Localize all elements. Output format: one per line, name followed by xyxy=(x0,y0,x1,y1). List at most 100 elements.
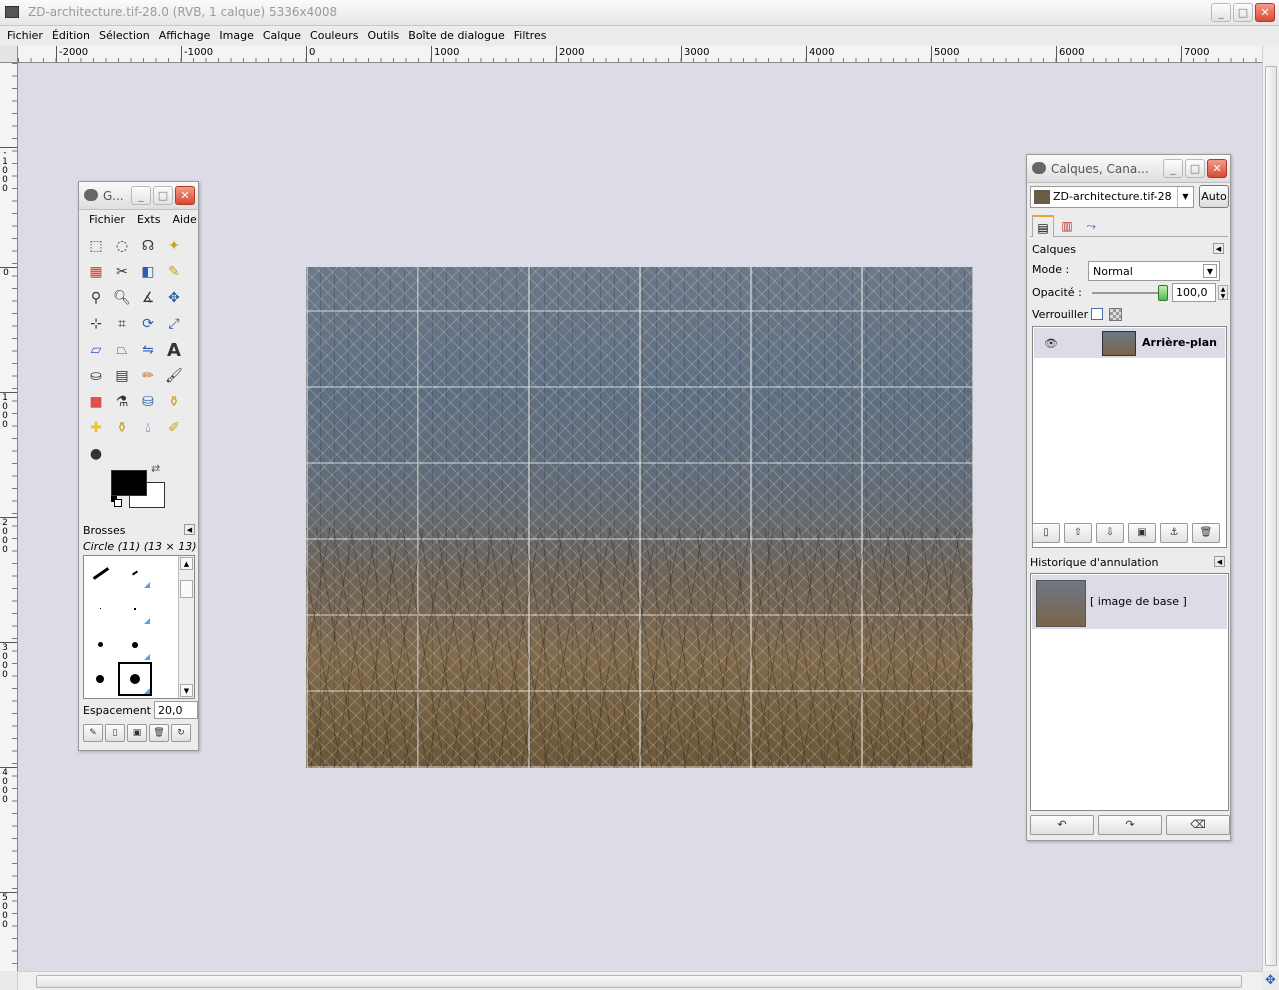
delete-brush-icon[interactable]: 🗑︎ xyxy=(149,724,169,742)
tab-menu-icon[interactable]: ◀ xyxy=(184,524,195,535)
perspective-icon[interactable]: ⏢ xyxy=(110,338,134,362)
fg-bg-colors[interactable]: ⇄ xyxy=(111,462,167,512)
perspective-clone-icon[interactable]: ⚱ xyxy=(110,416,134,440)
menu-edition[interactable]: Édition xyxy=(48,26,95,46)
duplicate-brush-icon[interactable]: ▣ xyxy=(127,724,147,742)
menu-boite-de-dialogue[interactable]: Boîte de dialogue xyxy=(404,26,509,46)
crop-icon[interactable]: ⌗ xyxy=(110,312,134,336)
close-button[interactable]: ✕ xyxy=(1255,3,1275,22)
scale-icon[interactable]: ⤢ xyxy=(162,312,186,336)
scroll-up-icon[interactable]: ▲ xyxy=(180,557,193,570)
brush-item[interactable] xyxy=(118,628,152,662)
brush-item-selected[interactable] xyxy=(118,662,152,696)
paths-icon[interactable]: ✎ xyxy=(162,260,186,284)
menu-selection[interactable]: Sélection xyxy=(95,26,155,46)
vertical-scroll-thumb[interactable] xyxy=(1265,66,1277,966)
menu-image[interactable]: Image xyxy=(215,26,258,46)
ruler-corner-menu-button[interactable] xyxy=(0,46,18,63)
vertical-scrollbar[interactable] xyxy=(1262,46,1279,971)
brush-item[interactable] xyxy=(118,556,152,590)
free-select-icon[interactable]: ☊ xyxy=(136,234,160,258)
chevron-down-icon[interactable]: ▼ xyxy=(1177,187,1193,207)
brush-item[interactable] xyxy=(118,592,152,626)
lock-alpha-icon[interactable] xyxy=(1109,308,1122,321)
measure-icon[interactable]: ∡ xyxy=(136,286,160,310)
clear-history-icon[interactable]: ⌫ xyxy=(1166,815,1230,835)
foreground-color[interactable] xyxy=(111,470,147,496)
heal-icon[interactable]: ✚ xyxy=(84,416,108,440)
brush-item[interactable] xyxy=(84,628,118,662)
color-picker-icon[interactable]: ⚲ xyxy=(84,286,108,310)
bucket-fill-icon[interactable]: ⛀ xyxy=(84,364,108,388)
swap-colors-icon[interactable]: ⇄ xyxy=(151,462,160,475)
undo-icon[interactable]: ↶ xyxy=(1030,815,1094,835)
vertical-ruler[interactable]: -1000 0 1000 2000 3000 4000 5000 xyxy=(0,63,18,971)
menu-filtres[interactable]: Filtres xyxy=(510,26,552,46)
auto-button[interactable]: Auto xyxy=(1199,185,1229,208)
chevron-down-icon[interactable]: ▼ xyxy=(1203,264,1217,278)
fuzzy-select-icon[interactable]: ✦ xyxy=(162,234,186,258)
brush-scrollbar[interactable]: ▲ ▼ xyxy=(178,556,194,698)
eye-icon[interactable]: 👁︎ xyxy=(1044,337,1058,350)
tab-menu-icon[interactable]: ◀ xyxy=(1213,243,1224,254)
ink-icon[interactable]: ⛁ xyxy=(136,390,160,414)
horizontal-ruler[interactable]: -2000 -1000 0 1000 2000 3000 4000 5000 6… xyxy=(18,46,1262,63)
image-selector[interactable]: ZD-architecture.tif-28 ▼ xyxy=(1030,186,1194,208)
navigate-icon[interactable]: ✥ xyxy=(1262,971,1279,990)
ellipse-select-icon[interactable]: ◌ xyxy=(110,234,134,258)
opacity-slider[interactable] xyxy=(1092,292,1162,294)
color-select-icon[interactable]: ▦ xyxy=(84,260,108,284)
opacity-slider-handle[interactable] xyxy=(1158,285,1168,301)
new-layer-icon[interactable]: ▯ xyxy=(1032,523,1060,543)
smudge-icon[interactable]: 💧︎ xyxy=(136,416,160,440)
paintbrush-icon[interactable]: 🖌︎ xyxy=(162,364,186,388)
scroll-down-icon[interactable]: ▼ xyxy=(180,684,193,697)
scissors-icon[interactable]: ✂ xyxy=(110,260,134,284)
menu-affichage[interactable]: Affichage xyxy=(155,26,216,46)
delete-layer-icon[interactable]: 🗑︎ xyxy=(1192,523,1220,543)
brush-item[interactable] xyxy=(84,592,118,626)
edit-brush-icon[interactable]: ✎ xyxy=(83,724,103,742)
toolbox-titlebar[interactable]: G... _ □ ✕ xyxy=(79,182,198,210)
convolve-icon[interactable]: ● xyxy=(84,442,108,466)
opacity-spinner[interactable]: ▲ ▼ xyxy=(1218,285,1228,300)
quick-mask-button[interactable] xyxy=(0,971,18,990)
airbrush-icon[interactable]: ⚗ xyxy=(110,390,134,414)
mode-select[interactable]: Normal ▼ xyxy=(1088,261,1220,281)
history-item[interactable]: [ image de base ] xyxy=(1032,575,1227,629)
rotate-icon[interactable]: ⟳ xyxy=(136,312,160,336)
maximize-button[interactable]: □ xyxy=(1233,3,1253,22)
text-icon[interactable]: A xyxy=(162,338,186,362)
tab-layers[interactable]: ▤ xyxy=(1032,215,1054,237)
close-button[interactable]: ✕ xyxy=(175,186,195,205)
blend-icon[interactable]: ▤ xyxy=(110,364,134,388)
lock-pixels-checkbox[interactable] xyxy=(1091,308,1103,320)
shear-icon[interactable]: ▱ xyxy=(84,338,108,362)
menu-calque[interactable]: Calque xyxy=(259,26,306,46)
maximize-button[interactable]: □ xyxy=(153,186,173,205)
dodge-burn-icon[interactable]: ✐ xyxy=(162,416,186,440)
spacing-input[interactable] xyxy=(154,701,198,719)
reset-colors-icon[interactable] xyxy=(111,496,122,507)
anchor-layer-icon[interactable]: ⚓︎ xyxy=(1160,523,1188,543)
tab-paths[interactable]: ⤳ xyxy=(1080,215,1102,237)
brush-item[interactable] xyxy=(84,556,118,590)
tab-menu-icon[interactable]: ◀ xyxy=(1214,556,1225,567)
image-canvas[interactable] xyxy=(306,267,973,768)
new-brush-icon[interactable]: ▯ xyxy=(105,724,125,742)
foreground-select-icon[interactable]: ◧ xyxy=(136,260,160,284)
refresh-brushes-icon[interactable]: ↻ xyxy=(171,724,191,742)
minimize-button[interactable]: _ xyxy=(1211,3,1231,22)
flip-icon[interactable]: ⇋ xyxy=(136,338,160,362)
dock-titlebar[interactable]: Calques, Cana... _ □ ✕ xyxy=(1027,155,1230,183)
rect-select-icon[interactable]: ⬚ xyxy=(84,234,108,258)
duplicate-layer-icon[interactable]: ▣ xyxy=(1128,523,1156,543)
opacity-input[interactable]: 100,0 xyxy=(1172,283,1216,302)
horizontal-scroll-thumb[interactable] xyxy=(36,975,1242,988)
clone-icon[interactable]: ⚱ xyxy=(162,390,186,414)
align-icon[interactable]: ⊹ xyxy=(84,312,108,336)
redo-icon[interactable]: ↷ xyxy=(1098,815,1162,835)
eraser-icon[interactable]: ■ xyxy=(84,390,108,414)
toolbox-menu-aide[interactable]: Aide xyxy=(172,213,196,226)
brush-grid[interactable]: ▲ ▼ xyxy=(83,555,195,699)
